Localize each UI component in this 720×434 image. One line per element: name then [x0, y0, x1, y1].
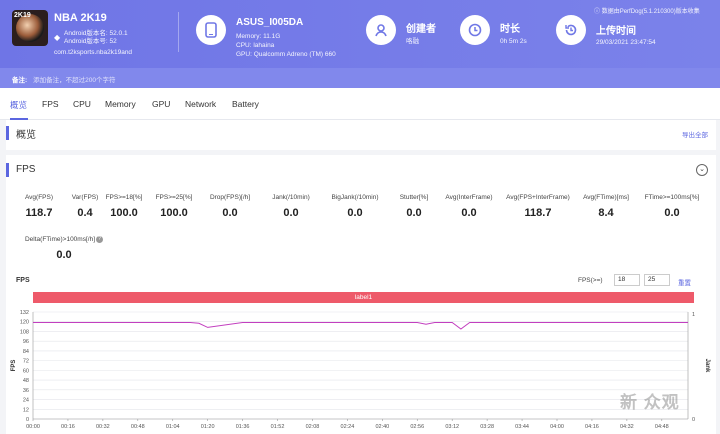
x-tick-label: 00:00 [26, 424, 40, 430]
y-tick-label: 72 [23, 359, 29, 365]
metric-avg-ftime: Avg(FTime)[ms] 8.4 [583, 194, 629, 219]
x-tick-label: 04:32 [620, 424, 634, 430]
app-name: NBA 2K19 [54, 12, 107, 24]
device-name: ASUS_I005DA [236, 17, 304, 28]
phone-icon [196, 15, 226, 45]
fps-section-title: FPS [16, 164, 36, 175]
y-tick-label: 84 [23, 349, 29, 355]
metric-drop-fps: Drop(FPS)[/h] 0.0 [209, 194, 251, 219]
header-divider [178, 12, 179, 52]
y-tick-label: 132 [20, 310, 29, 316]
x-tick-label: 04:16 [585, 424, 599, 430]
x-tick-label: 04:00 [550, 424, 564, 430]
fps-line-chart[interactable]: 0 12 24 36 48 60 72 84 96 108 120 132 00:00 00:16 00:3… [6, 306, 716, 432]
creator-title: 创建者 [406, 24, 436, 35]
metric-avg-fps: Avg(FPS) 118.7 [24, 194, 54, 219]
y-tick-label: 0 [26, 417, 29, 423]
user-icon [366, 15, 396, 45]
export-all-link[interactable]: 导出全部 [682, 129, 708, 139]
right-tick-label: 1 [692, 312, 695, 318]
x-tick-label: 02:40 [375, 424, 389, 430]
section-marker [6, 126, 9, 140]
metric-delta-ftime: Delta(FTime)>100ms[/h]? 0.0 [22, 236, 106, 261]
y-tick-label: 36 [23, 388, 29, 394]
overview-title: 概览 [16, 130, 36, 141]
right-tick-label: 0 [692, 417, 695, 423]
note-label: 备注: [12, 77, 28, 84]
duration-value: 0h 5m 2s [500, 38, 527, 45]
x-tick-label: 00:16 [61, 424, 75, 430]
help-icon[interactable]: ? [96, 236, 103, 243]
device-specs: Memory: 11.1G CPU: lahaina GPU: Qualcomm… [236, 33, 336, 58]
metric-stutter: Stutter[%] 0.0 [399, 194, 429, 219]
tab-memory[interactable]: Memory [105, 99, 136, 109]
metric-avg-interframe: Avg(InterFrame) 0.0 [445, 194, 493, 219]
tab-battery[interactable]: Battery [232, 99, 259, 109]
metric-avg-fps-interframe: Avg(FPS+InterFrame) 118.7 [506, 194, 570, 219]
tab-overview[interactable]: 概览 [10, 99, 27, 111]
x-tick-label: 01:20 [201, 424, 215, 430]
note-input[interactable]: 添加备注，不超过200个字符 [33, 77, 115, 84]
x-tick-label: 03:28 [480, 424, 494, 430]
x-tick-label: 04:48 [655, 424, 669, 430]
tab-cpu[interactable]: CPU [73, 99, 91, 109]
fps-threshold-input-1[interactable]: 18 [614, 274, 640, 286]
app-package: com.t2ksports.nba2k19and [54, 49, 133, 56]
x-tick-label: 02:56 [410, 424, 424, 430]
metric-jank: Jank(/10min) 0.0 [272, 194, 310, 219]
perfdog-version-note: ⓘ 数据由PerfDog(5.1.210300)版本收集 [594, 9, 700, 15]
fps-chart-title: FPS [16, 277, 30, 284]
x-tick-label: 01:04 [166, 424, 180, 430]
clock-icon [460, 15, 490, 45]
right-axis-label: Jank [704, 359, 710, 373]
tab-bar: 概览 FPS CPU Memory GPU Network Battery [0, 88, 720, 120]
y-tick-label: 24 [23, 398, 29, 404]
x-tick-label: 02:08 [306, 424, 320, 430]
report-header: 2K19 NBA 2K19 ◆ Android版本名: 52.0.1 Andro… [0, 0, 720, 68]
x-tick-label: 03:44 [515, 424, 529, 430]
tab-gpu[interactable]: GPU [152, 99, 170, 109]
fps-series-line [33, 322, 688, 330]
y-axis-label: FPS [11, 360, 17, 372]
collapse-chevron-icon[interactable]: ⌄ [696, 164, 708, 176]
reset-button[interactable]: 重置 [678, 277, 691, 287]
metric-var-fps: Var(FPS) 0.4 [71, 194, 99, 219]
history-icon [556, 15, 586, 45]
section-marker [6, 163, 9, 177]
tab-fps[interactable]: FPS [42, 99, 59, 109]
creator-value: 咯融 [406, 38, 419, 45]
info-icon: ⓘ [594, 9, 601, 15]
metric-ftime-100: FTime>=100ms[%] 0.0 [644, 194, 700, 219]
y-tick-label: 60 [23, 368, 29, 374]
fps-filter-label: FPS(>=) [578, 277, 603, 284]
x-tick-label: 03:12 [445, 424, 459, 430]
metric-fps-25: FPS>=25[%] 100.0 [155, 194, 193, 219]
app-version-info: Android版本名: 52.0.1 Android版本号: 52 [64, 30, 128, 45]
metric-bigjank: BigJank(/10min) 0.0 [331, 194, 379, 219]
fps-card: FPS ⌄ Avg(FPS) 118.7 Var(FPS) 0.4 FPS>=1… [6, 155, 716, 434]
x-tick-label: 02:24 [341, 424, 355, 430]
fps-threshold-input-2[interactable]: 25 [644, 274, 670, 286]
y-tick-label: 120 [20, 320, 29, 326]
duration-title: 时长 [500, 24, 520, 35]
y-tick-label: 96 [23, 339, 29, 345]
y-tick-label: 108 [20, 329, 29, 335]
upload-title: 上传时间 [596, 26, 636, 37]
watermark: 新 众观 [620, 393, 680, 412]
x-tick-label: 00:32 [96, 424, 110, 430]
x-tick-label: 01:36 [236, 424, 250, 430]
tab-network[interactable]: Network [185, 99, 216, 109]
y-tick-label: 48 [23, 378, 29, 384]
android-icon: ◆ [54, 33, 61, 42]
note-bar[interactable]: 备注: 添加备注，不超过200个字符 [0, 68, 720, 88]
overview-card: 概览 导出全部 [6, 120, 716, 150]
x-tick-label: 01:52 [271, 424, 285, 430]
x-tick-label: 00:48 [131, 424, 145, 430]
metric-fps-18: FPS>=18[%] 100.0 [105, 194, 143, 219]
upload-value: 29/03/2021 23:47:54 [596, 39, 656, 46]
app-icon: 2K19 [12, 10, 48, 46]
y-tick-label: 12 [23, 407, 29, 413]
label-range-bar[interactable]: label1 [33, 292, 694, 303]
